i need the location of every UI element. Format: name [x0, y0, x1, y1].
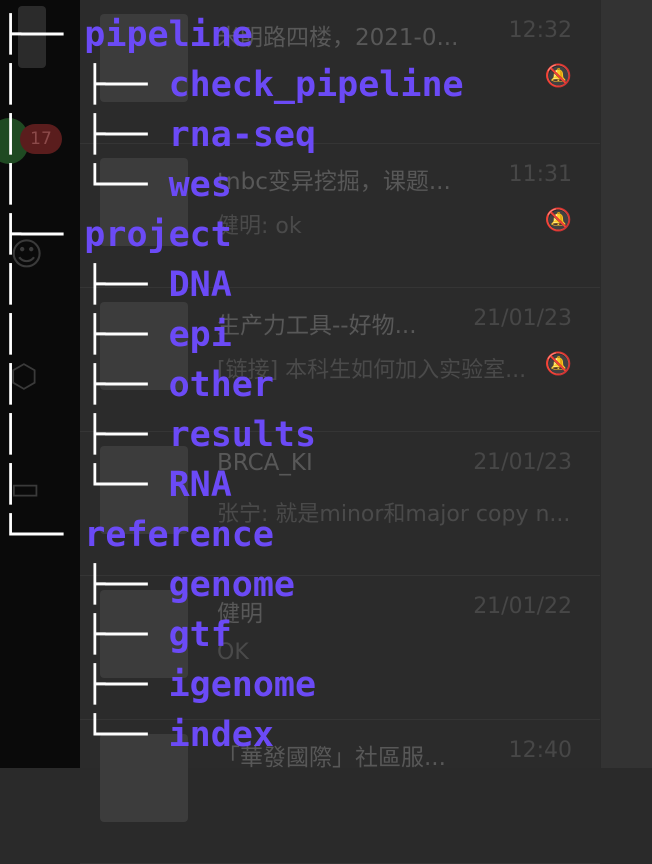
- chat-time: 12:40: [508, 738, 572, 763]
- chat-item[interactable]: 「華發國際」社區服... 12:40: [80, 720, 600, 864]
- chat-item[interactable]: tnbc变异挖掘，课题... 11:31 健明: ok 🔕: [80, 144, 600, 288]
- chat-preview: 健明: ok: [217, 214, 302, 239]
- chat-avatar: [100, 158, 188, 246]
- chat-avatar: [100, 734, 188, 822]
- chat-name: 米明路四楼，2021-0...: [217, 25, 459, 51]
- unread-badge: 17: [20, 124, 62, 154]
- chat-name: tnbc变异挖掘，课题...: [217, 169, 451, 195]
- avatar-icon[interactable]: [18, 6, 46, 68]
- contacts-icon[interactable]: ☺: [10, 238, 43, 270]
- mute-icon: 🔕: [544, 352, 572, 377]
- chat-preview: [链接] 本科生如何加入实验室...: [217, 358, 527, 383]
- chat-name: 生产力工具--好物...: [217, 313, 417, 339]
- chat-time: 21/01/23: [473, 450, 572, 475]
- chat-list: 米明路四楼，2021-0... 12:32 🔕 tnbc变异挖掘，课题... 1…: [80, 0, 600, 864]
- chat-time: 21/01/22: [473, 594, 572, 619]
- chat-name: 健明: [217, 601, 263, 627]
- left-dock: 17 ☺ ⬡ ▭: [0, 0, 80, 768]
- chat-avatar: [100, 590, 188, 678]
- chat-item[interactable]: BRCA_KI 21/01/23 张宁: 就是minor和major copy …: [80, 432, 600, 576]
- chat-name: 「華發國際」社區服...: [217, 745, 446, 771]
- conversation-pane: [600, 0, 652, 768]
- mute-icon: 🔕: [544, 208, 572, 233]
- chat-avatar: [100, 446, 188, 534]
- chat-item[interactable]: 健明 21/01/22 OK: [80, 576, 600, 720]
- chat-time: 21/01/23: [473, 306, 572, 331]
- chat-name: BRCA_KI: [217, 450, 313, 476]
- box-icon[interactable]: ⬡: [10, 360, 38, 392]
- chat-item[interactable]: 生产力工具--好物... 21/01/23 [链接] 本科生如何加入实验室...…: [80, 288, 600, 432]
- chat-preview: 张宁: 就是minor和major copy n...: [217, 502, 571, 527]
- chat-time: 12:32: [508, 18, 572, 43]
- chat-item[interactable]: 米明路四楼，2021-0... 12:32 🔕: [80, 0, 600, 144]
- chat-avatar: [100, 302, 188, 390]
- chat-preview: OK: [217, 640, 249, 665]
- folder-icon[interactable]: ▭: [10, 472, 40, 504]
- chat-time: 11:31: [508, 162, 572, 187]
- chat-avatar: [100, 14, 188, 102]
- mute-icon: 🔕: [544, 64, 572, 89]
